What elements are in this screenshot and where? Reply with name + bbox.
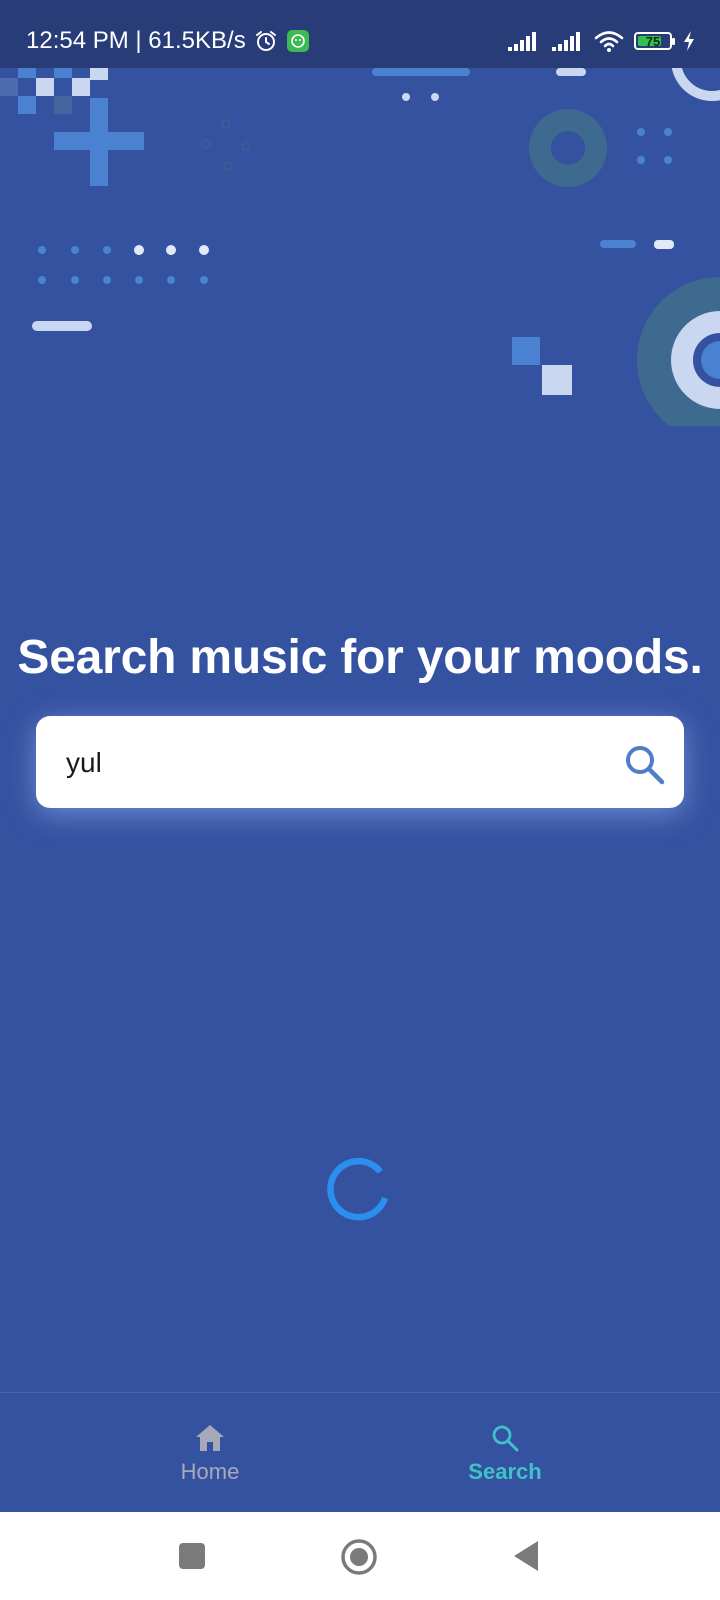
- home-button[interactable]: [340, 1538, 378, 1576]
- signal-icon: [552, 32, 580, 51]
- home-icon: [196, 1425, 224, 1451]
- nav-home[interactable]: Home: [130, 1423, 290, 1485]
- status-left: 12:54 PM | 61.5KB/s: [26, 27, 310, 55]
- search-icon: [626, 746, 665, 785]
- app-notification-icon: [286, 30, 309, 52]
- search-button[interactable]: [622, 742, 666, 786]
- system-nav-bar: [0, 1512, 720, 1600]
- battery-icon: 75: [634, 32, 675, 50]
- nav-search-label: Search: [468, 1459, 542, 1484]
- charging-icon: [684, 31, 694, 51]
- search-input[interactable]: [64, 734, 568, 792]
- status-time-speed: 12:54 PM | 61.5KB/s: [26, 27, 246, 54]
- battery-level: 75: [645, 33, 661, 49]
- status-right: 75: [506, 29, 696, 53]
- spinner-icon: [327, 1157, 389, 1221]
- recents-button[interactable]: [178, 1542, 206, 1570]
- wifi-icon: [594, 31, 624, 52]
- back-button[interactable]: [512, 1540, 540, 1572]
- alarm-icon: [255, 31, 276, 51]
- search-box[interactable]: [36, 716, 684, 808]
- page-headline: Search music for your moods.: [17, 631, 703, 684]
- search-icon: [492, 1425, 519, 1452]
- nav-search[interactable]: Search: [425, 1423, 585, 1485]
- status-bar: 12:54 PM | 61.5KB/s 75: [0, 0, 720, 68]
- bottom-nav: Home Search: [0, 1392, 720, 1513]
- nav-home-label: Home: [180, 1459, 240, 1484]
- battery-tip: [672, 38, 675, 45]
- signal-icon: [508, 32, 536, 51]
- decorative-background: [0, 68, 720, 438]
